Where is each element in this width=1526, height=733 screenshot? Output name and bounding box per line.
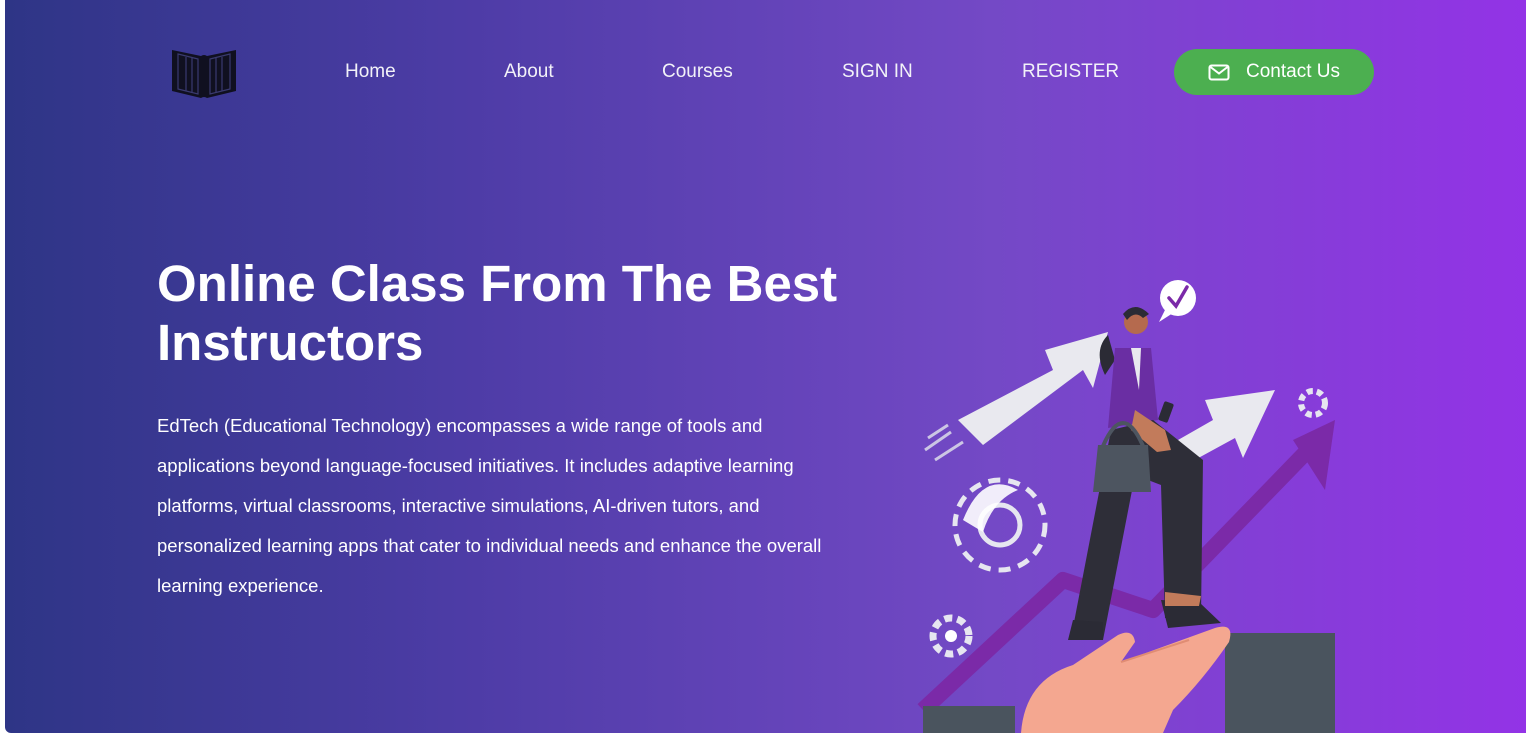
small-arrow xyxy=(1178,390,1275,462)
nav-home[interactable]: Home xyxy=(345,61,396,83)
envelope-icon xyxy=(1208,64,1230,80)
step-block-left xyxy=(923,706,1015,733)
hero-section: Home About Courses SIGN IN REGISTER Cont… xyxy=(5,0,1526,733)
nav-about[interactable]: About xyxy=(504,61,554,83)
motion-streaks xyxy=(924,423,964,462)
step-block-right xyxy=(1225,633,1335,733)
hand xyxy=(1021,626,1231,733)
contact-us-label: Contact Us xyxy=(1246,61,1340,82)
hero-title: Online Class From The Best Instructors xyxy=(157,255,838,371)
nav-courses[interactable]: Courses xyxy=(662,61,733,83)
big-arrow xyxy=(958,332,1108,445)
contact-us-button[interactable]: Contact Us xyxy=(1174,49,1374,95)
nav-sign-in[interactable]: SIGN IN xyxy=(842,61,913,83)
hero-description: EdTech (Educational Technology) encompas… xyxy=(157,415,822,596)
gear-icon-tiny xyxy=(1298,388,1328,418)
nav-register[interactable]: REGISTER xyxy=(1022,61,1119,83)
hero-illustration xyxy=(917,280,1335,733)
open-book-icon[interactable] xyxy=(168,44,240,100)
